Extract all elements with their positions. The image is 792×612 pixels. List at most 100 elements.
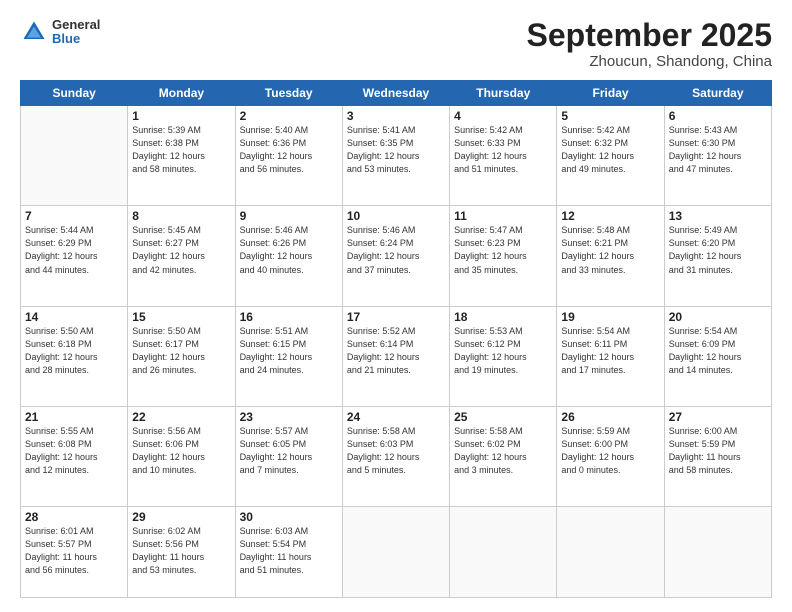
day-number: 18 [454, 310, 552, 324]
day-number: 7 [25, 209, 123, 223]
page: General Blue September 2025 Zhoucun, Sha… [0, 0, 792, 612]
day-number: 29 [132, 510, 230, 524]
table-row: 24Sunrise: 5:58 AM Sunset: 6:03 PM Dayli… [342, 406, 449, 506]
table-row: 2Sunrise: 5:40 AM Sunset: 6:36 PM Daylig… [235, 106, 342, 206]
day-number: 17 [347, 310, 445, 324]
day-info: Sunrise: 5:58 AM Sunset: 6:03 PM Dayligh… [347, 425, 445, 477]
day-info: Sunrise: 5:48 AM Sunset: 6:21 PM Dayligh… [561, 224, 659, 276]
table-row: 23Sunrise: 5:57 AM Sunset: 6:05 PM Dayli… [235, 406, 342, 506]
day-info: Sunrise: 5:50 AM Sunset: 6:18 PM Dayligh… [25, 325, 123, 377]
day-number: 9 [240, 209, 338, 223]
day-number: 11 [454, 209, 552, 223]
day-number: 2 [240, 109, 338, 123]
day-info: Sunrise: 5:46 AM Sunset: 6:26 PM Dayligh… [240, 224, 338, 276]
day-number: 3 [347, 109, 445, 123]
day-info: Sunrise: 5:50 AM Sunset: 6:17 PM Dayligh… [132, 325, 230, 377]
day-info: Sunrise: 5:51 AM Sunset: 6:15 PM Dayligh… [240, 325, 338, 377]
day-info: Sunrise: 5:41 AM Sunset: 6:35 PM Dayligh… [347, 124, 445, 176]
table-row: 19Sunrise: 5:54 AM Sunset: 6:11 PM Dayli… [557, 306, 664, 406]
day-info: Sunrise: 5:40 AM Sunset: 6:36 PM Dayligh… [240, 124, 338, 176]
table-row: 18Sunrise: 5:53 AM Sunset: 6:12 PM Dayli… [450, 306, 557, 406]
table-row: 26Sunrise: 5:59 AM Sunset: 6:00 PM Dayli… [557, 406, 664, 506]
day-number: 22 [132, 410, 230, 424]
logo-text: General Blue [52, 18, 100, 47]
day-number: 21 [25, 410, 123, 424]
calendar-week-row: 21Sunrise: 5:55 AM Sunset: 6:08 PM Dayli… [21, 406, 772, 506]
table-row: 5Sunrise: 5:42 AM Sunset: 6:32 PM Daylig… [557, 106, 664, 206]
day-info: Sunrise: 6:01 AM Sunset: 5:57 PM Dayligh… [25, 525, 123, 577]
day-number: 16 [240, 310, 338, 324]
title-block: September 2025 Zhoucun, Shandong, China [527, 18, 772, 70]
table-row: 16Sunrise: 5:51 AM Sunset: 6:15 PM Dayli… [235, 306, 342, 406]
table-row: 29Sunrise: 6:02 AM Sunset: 5:56 PM Dayli… [128, 506, 235, 597]
day-number: 12 [561, 209, 659, 223]
day-info: Sunrise: 5:55 AM Sunset: 6:08 PM Dayligh… [25, 425, 123, 477]
table-row: 15Sunrise: 5:50 AM Sunset: 6:17 PM Dayli… [128, 306, 235, 406]
day-number: 20 [669, 310, 767, 324]
day-number: 30 [240, 510, 338, 524]
table-row: 8Sunrise: 5:45 AM Sunset: 6:27 PM Daylig… [128, 206, 235, 306]
day-number: 8 [132, 209, 230, 223]
day-info: Sunrise: 5:42 AM Sunset: 6:33 PM Dayligh… [454, 124, 552, 176]
col-wednesday: Wednesday [342, 81, 449, 106]
day-number: 19 [561, 310, 659, 324]
day-info: Sunrise: 6:00 AM Sunset: 5:59 PM Dayligh… [669, 425, 767, 477]
day-number: 13 [669, 209, 767, 223]
table-row: 21Sunrise: 5:55 AM Sunset: 6:08 PM Dayli… [21, 406, 128, 506]
day-info: Sunrise: 5:57 AM Sunset: 6:05 PM Dayligh… [240, 425, 338, 477]
col-saturday: Saturday [664, 81, 771, 106]
day-info: Sunrise: 5:52 AM Sunset: 6:14 PM Dayligh… [347, 325, 445, 377]
table-row: 6Sunrise: 5:43 AM Sunset: 6:30 PM Daylig… [664, 106, 771, 206]
table-row [664, 506, 771, 597]
calendar-header-row: Sunday Monday Tuesday Wednesday Thursday… [21, 81, 772, 106]
day-number: 23 [240, 410, 338, 424]
day-number: 28 [25, 510, 123, 524]
table-row: 4Sunrise: 5:42 AM Sunset: 6:33 PM Daylig… [450, 106, 557, 206]
col-sunday: Sunday [21, 81, 128, 106]
logo-general-text: General [52, 18, 100, 32]
calendar-week-row: 1Sunrise: 5:39 AM Sunset: 6:38 PM Daylig… [21, 106, 772, 206]
calendar-week-row: 28Sunrise: 6:01 AM Sunset: 5:57 PM Dayli… [21, 506, 772, 597]
day-info: Sunrise: 5:49 AM Sunset: 6:20 PM Dayligh… [669, 224, 767, 276]
table-row [21, 106, 128, 206]
day-number: 4 [454, 109, 552, 123]
month-title: September 2025 [527, 18, 772, 53]
day-info: Sunrise: 5:45 AM Sunset: 6:27 PM Dayligh… [132, 224, 230, 276]
day-info: Sunrise: 6:03 AM Sunset: 5:54 PM Dayligh… [240, 525, 338, 577]
day-number: 25 [454, 410, 552, 424]
table-row: 28Sunrise: 6:01 AM Sunset: 5:57 PM Dayli… [21, 506, 128, 597]
day-info: Sunrise: 5:54 AM Sunset: 6:09 PM Dayligh… [669, 325, 767, 377]
table-row: 17Sunrise: 5:52 AM Sunset: 6:14 PM Dayli… [342, 306, 449, 406]
logo-icon [20, 18, 48, 46]
day-number: 5 [561, 109, 659, 123]
day-info: Sunrise: 5:54 AM Sunset: 6:11 PM Dayligh… [561, 325, 659, 377]
table-row: 22Sunrise: 5:56 AM Sunset: 6:06 PM Dayli… [128, 406, 235, 506]
day-number: 15 [132, 310, 230, 324]
col-friday: Friday [557, 81, 664, 106]
logo-blue-text: Blue [52, 32, 100, 46]
col-tuesday: Tuesday [235, 81, 342, 106]
logo: General Blue [20, 18, 100, 47]
table-row: 25Sunrise: 5:58 AM Sunset: 6:02 PM Dayli… [450, 406, 557, 506]
day-info: Sunrise: 5:53 AM Sunset: 6:12 PM Dayligh… [454, 325, 552, 377]
day-info: Sunrise: 6:02 AM Sunset: 5:56 PM Dayligh… [132, 525, 230, 577]
header: General Blue September 2025 Zhoucun, Sha… [20, 18, 772, 70]
table-row: 20Sunrise: 5:54 AM Sunset: 6:09 PM Dayli… [664, 306, 771, 406]
day-number: 6 [669, 109, 767, 123]
day-number: 26 [561, 410, 659, 424]
day-info: Sunrise: 5:59 AM Sunset: 6:00 PM Dayligh… [561, 425, 659, 477]
day-number: 27 [669, 410, 767, 424]
location-subtitle: Zhoucun, Shandong, China [527, 53, 772, 70]
table-row [557, 506, 664, 597]
table-row [450, 506, 557, 597]
calendar-week-row: 14Sunrise: 5:50 AM Sunset: 6:18 PM Dayli… [21, 306, 772, 406]
day-number: 14 [25, 310, 123, 324]
table-row: 9Sunrise: 5:46 AM Sunset: 6:26 PM Daylig… [235, 206, 342, 306]
table-row [342, 506, 449, 597]
calendar-table: Sunday Monday Tuesday Wednesday Thursday… [20, 80, 772, 598]
day-info: Sunrise: 5:46 AM Sunset: 6:24 PM Dayligh… [347, 224, 445, 276]
table-row: 7Sunrise: 5:44 AM Sunset: 6:29 PM Daylig… [21, 206, 128, 306]
col-thursday: Thursday [450, 81, 557, 106]
table-row: 10Sunrise: 5:46 AM Sunset: 6:24 PM Dayli… [342, 206, 449, 306]
table-row: 30Sunrise: 6:03 AM Sunset: 5:54 PM Dayli… [235, 506, 342, 597]
